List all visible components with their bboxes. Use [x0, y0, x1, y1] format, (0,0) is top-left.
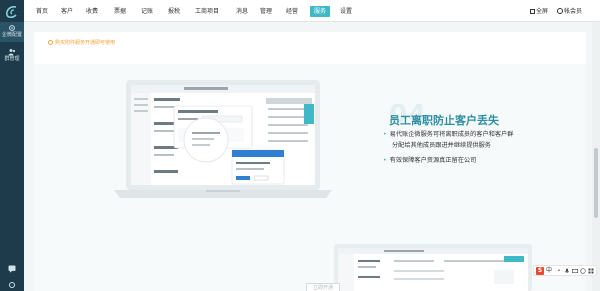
purchase-notice: 购买附件服务开通即可使用 [48, 39, 115, 46]
nav-accounting[interactable]: 记账 [141, 6, 153, 17]
chat-icon[interactable] [8, 265, 16, 273]
top-navigation: 首页 客户 收费 票据 记账 报税 工商项目 消息 管理 经营 服务 设置 全屏… [24, 0, 600, 22]
ime-language-toggle[interactable]: 中 [546, 267, 552, 275]
feature-bullet: • 有效保障客户资源真正留在公司 [383, 157, 477, 164]
nav-fees[interactable]: 收费 [86, 6, 98, 17]
scrollbar[interactable] [592, 22, 600, 291]
gear-icon [9, 25, 15, 31]
ime-punctuation-icon[interactable]: • [556, 268, 562, 274]
app-logo-icon[interactable] [4, 4, 20, 20]
scrollbar-thumb[interactable] [594, 148, 598, 218]
left-rail: 企微配置 群管理 [0, 0, 24, 291]
group-icon [8, 49, 16, 56]
rail-item-label: 群管理 [4, 56, 20, 62]
ime-logo-icon[interactable]: S [536, 267, 544, 275]
main-content: 购买附件服务开通即可使用 04 员工离职防止客户丢失 • 易代账企微服务可将离职… [24, 22, 592, 291]
rail-item-groups[interactable]: 群管理 [0, 46, 24, 66]
feature-bullet-continuation: 分配给其他成员跟进并继续提供服务 [392, 142, 491, 149]
rail-item-label: 企微配置 [1, 32, 22, 38]
fullscreen-button[interactable]: 全屏 [530, 6, 548, 17]
fullscreen-icon [530, 9, 535, 14]
nav-business-projects[interactable]: 工商项目 [195, 6, 219, 17]
microphone-icon[interactable] [564, 268, 570, 274]
ime-toolbar[interactable]: S 中 • [533, 265, 597, 276]
info-icon [48, 40, 53, 45]
nav-services[interactable]: 服务 [310, 6, 331, 17]
nav-messages[interactable]: 消息 [236, 6, 248, 17]
nav-operations[interactable]: 经营 [286, 6, 298, 17]
nav-management[interactable]: 管理 [260, 6, 272, 17]
bullet-dot-icon: • [383, 157, 387, 164]
nav-tax[interactable]: 报税 [168, 6, 180, 17]
app-root: 企微配置 群管理 首页 客户 收费 票据 记账 报税 工商项目 消息 管理 经营 [0, 0, 600, 291]
keyboard-icon[interactable] [572, 268, 578, 274]
feature-bullet: • 易代账企微服务可将离职成员的客户和客户群 [383, 131, 514, 138]
open-service-button[interactable]: 立即开通 [306, 283, 340, 291]
nav-customers[interactable]: 客户 [61, 6, 73, 17]
next-feature-screenshot [334, 244, 532, 291]
nav-settings[interactable]: 设置 [340, 6, 352, 17]
product-screenshot-illustration [114, 80, 332, 198]
settings-icon[interactable] [8, 281, 16, 289]
bullet-dot-icon: • [383, 131, 387, 138]
feature-title: 员工离职防止客户丢失 [389, 114, 499, 127]
account-button[interactable]: 帐会员 [557, 6, 582, 17]
nav-home[interactable]: 首页 [36, 6, 48, 17]
nav-bills[interactable]: 票据 [114, 6, 126, 17]
rail-item-config[interactable]: 企微配置 [0, 22, 24, 42]
skin-icon[interactable] [580, 268, 586, 274]
user-icon [557, 8, 563, 14]
service-card: 购买附件服务开通即可使用 04 员工离职防止客户丢失 • 易代账企微服务可将离职… [34, 32, 586, 291]
grid-menu-icon[interactable] [588, 268, 594, 274]
